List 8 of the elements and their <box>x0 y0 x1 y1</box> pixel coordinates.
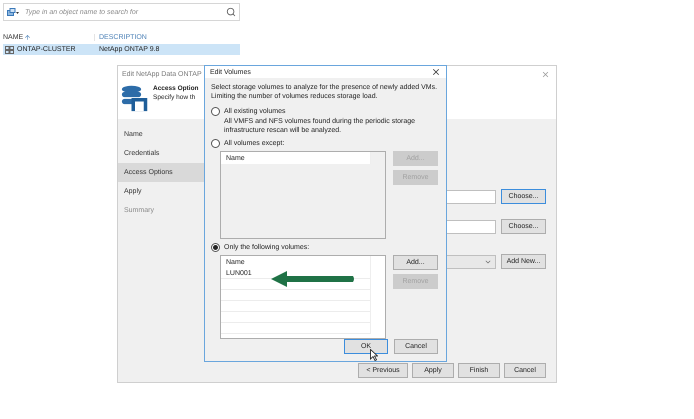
database-icon <box>121 84 149 112</box>
search-icon[interactable] <box>226 7 236 17</box>
sort-arrow-icon <box>24 34 32 40</box>
mouse-cursor-icon <box>370 349 378 361</box>
cluster-icon <box>5 46 14 54</box>
object-type-icon[interactable] <box>7 8 20 16</box>
close-icon[interactable] <box>431 67 441 77</box>
arrow-icon <box>271 270 355 288</box>
